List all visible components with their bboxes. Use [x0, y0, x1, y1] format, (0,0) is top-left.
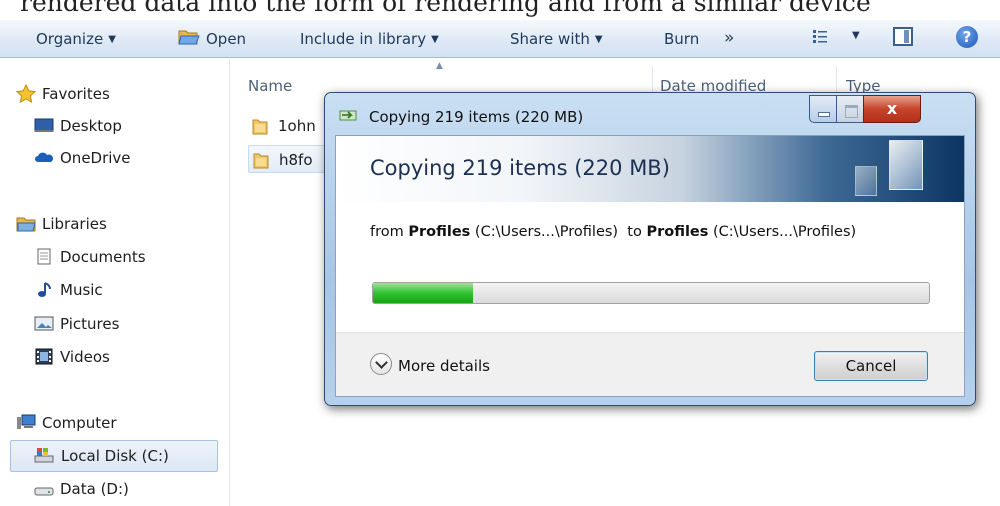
folder-icon [252, 119, 268, 135]
dialog-footer: More details Cancel [336, 332, 964, 396]
windows-drive-icon [34, 448, 54, 463]
nav-desktop[interactable]: Desktop [0, 111, 230, 141]
top-cutoff-text: rendered data into the form of rendering… [0, 0, 1000, 20]
cloud-icon [35, 152, 54, 162]
maximize-button [836, 95, 864, 123]
help-icon[interactable]: ? [956, 26, 978, 48]
computer-icon [17, 414, 36, 429]
decorative-glass-panel [855, 166, 877, 196]
music-note-icon [38, 282, 51, 297]
command-bar [0, 20, 1000, 58]
dialog-header-title: Copying 219 items (220 MB) [370, 156, 670, 180]
dialog-body: Copying 219 items (220 MB) from Profiles… [335, 135, 965, 397]
copy-source-destination: from Profiles (C:\Users...\Profiles) to … [370, 224, 857, 240]
copy-progress-bar [372, 282, 930, 304]
drive-icon [34, 487, 54, 496]
organize-menu[interactable]: Organize ▼ [36, 30, 116, 48]
nav-computer[interactable]: Computer [0, 408, 230, 438]
progress-fill [373, 283, 474, 303]
film-icon [35, 348, 53, 365]
chevron-down-icon: ▼ [431, 34, 439, 45]
list-item[interactable]: 1ohn [248, 112, 328, 140]
dialog-header-banner: Copying 219 items (220 MB) [336, 136, 964, 202]
destination-name: Profiles [646, 224, 709, 240]
include-in-library-menu[interactable]: Include in library ▼ [300, 30, 439, 48]
chevron-down-icon[interactable]: ▼ [852, 30, 860, 41]
star-icon [16, 84, 36, 103]
minimize-button[interactable] [809, 95, 837, 123]
column-separator [836, 66, 837, 94]
source-name: Profiles [408, 224, 471, 240]
folder-open-icon [178, 30, 200, 45]
library-icon [16, 217, 36, 232]
pictures-icon [34, 316, 54, 331]
nav-libraries[interactable]: Libraries [0, 209, 230, 239]
decorative-glass-panel [889, 140, 923, 190]
nav-documents[interactable]: Documents [0, 242, 230, 272]
chevron-down-icon: ▼ [594, 34, 603, 45]
nav-onedrive[interactable]: OneDrive [0, 143, 230, 173]
nav-music[interactable]: Music [0, 275, 230, 305]
open-button[interactable]: Open [206, 30, 246, 48]
close-icon: x [886, 99, 898, 118]
column-header-name[interactable]: Name [248, 77, 292, 95]
sort-up-icon: ▲ [436, 61, 443, 71]
nav-pictures[interactable]: Pictures [0, 309, 230, 339]
document-icon [37, 248, 51, 265]
close-button[interactable]: x [863, 95, 921, 123]
share-with-menu[interactable]: Share with ▼ [510, 30, 603, 48]
copy-progress-dialog: Copying 219 items (220 MB) x Copying 219… [324, 92, 976, 406]
preview-pane-icon[interactable] [893, 27, 913, 46]
more-commands-button[interactable]: » [724, 28, 734, 48]
chevron-down-icon [370, 353, 392, 375]
nav-videos[interactable]: Videos [0, 342, 230, 372]
list-item[interactable]: h8fo [248, 145, 328, 173]
burn-button[interactable]: Burn [664, 30, 699, 48]
view-options-icon[interactable] [812, 29, 828, 44]
nav-data-drive[interactable]: Data (D:) [0, 474, 230, 504]
nav-local-disk[interactable]: Local Disk (C:) [10, 440, 218, 472]
dialog-title: Copying 219 items (220 MB) [369, 108, 584, 126]
column-separator [652, 66, 653, 94]
desktop-icon [34, 118, 54, 132]
navigation-pane: Favorites Desktop OneDrive Libraries Doc… [0, 59, 230, 506]
chevron-down-icon: ▼ [108, 34, 116, 45]
nav-favorites[interactable]: Favorites [0, 79, 230, 109]
cancel-button[interactable]: Cancel [814, 351, 928, 381]
copy-icon [339, 110, 357, 121]
folder-icon [253, 153, 269, 169]
